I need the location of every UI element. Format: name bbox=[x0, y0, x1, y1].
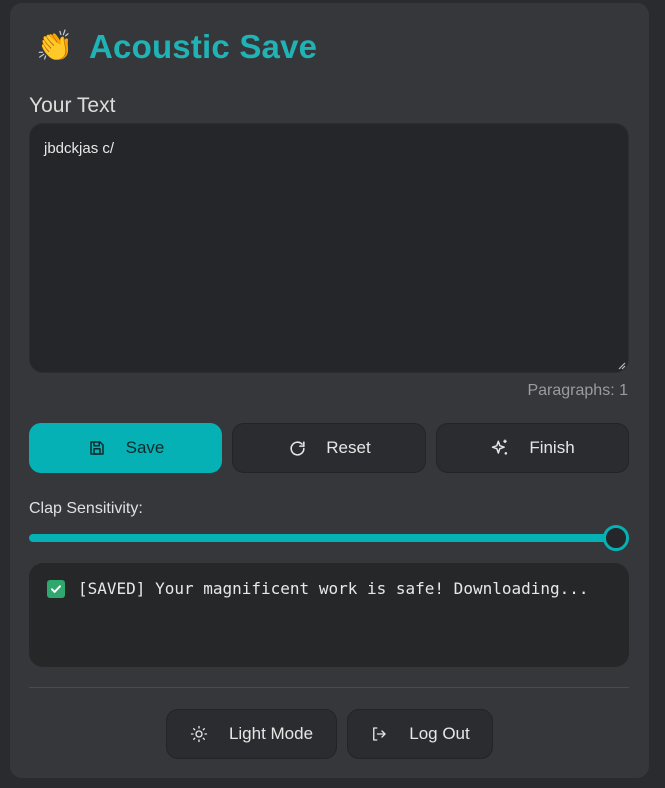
paragraph-count: Paragraphs: 1 bbox=[527, 382, 628, 399]
logout-label: Log Out bbox=[409, 724, 470, 743]
status-row: [SAVED] Your magnificent work is safe! D… bbox=[47, 579, 611, 598]
reset-button[interactable]: Reset bbox=[232, 423, 426, 473]
sun-icon bbox=[190, 725, 208, 743]
main-card: 👏 Acoustic Save Your Text jbdckjas c/ Pa… bbox=[10, 3, 649, 778]
app-title: Acoustic Save bbox=[89, 28, 318, 65]
sensitivity-label: Clap Sensitivity: bbox=[29, 500, 143, 517]
footer-divider bbox=[29, 687, 629, 688]
save-button-label: Save bbox=[125, 438, 165, 457]
sparkles-icon bbox=[490, 438, 510, 458]
slider-thumb[interactable] bbox=[603, 525, 629, 551]
light-mode-button[interactable]: Light Mode bbox=[166, 709, 337, 759]
finish-button[interactable]: Finish bbox=[436, 423, 629, 473]
status-message: [SAVED] Your magnificent work is safe! D… bbox=[78, 579, 589, 598]
text-input[interactable]: jbdckjas c/ bbox=[29, 123, 629, 373]
reset-button-label: Reset bbox=[326, 438, 371, 457]
resize-handle-icon[interactable] bbox=[616, 360, 626, 370]
text-label: Your Text bbox=[29, 94, 116, 117]
status-panel: [SAVED] Your magnificent work is safe! D… bbox=[29, 563, 629, 667]
app-header: 👏 Acoustic Save bbox=[36, 27, 317, 67]
checkmark-icon bbox=[47, 579, 65, 598]
save-icon bbox=[87, 438, 107, 458]
logout-button[interactable]: Log Out bbox=[347, 709, 493, 759]
light-mode-label: Light Mode bbox=[228, 724, 314, 743]
logout-icon bbox=[370, 725, 388, 743]
clapping-hands-icon: 👏 bbox=[36, 30, 74, 63]
finish-button-label: Finish bbox=[529, 438, 575, 457]
text-input-value: jbdckjas c/ bbox=[44, 140, 115, 157]
save-button[interactable]: Save bbox=[29, 423, 222, 473]
slider-fill bbox=[29, 534, 616, 542]
sensitivity-slider[interactable] bbox=[29, 525, 629, 551]
refresh-icon bbox=[287, 438, 307, 458]
